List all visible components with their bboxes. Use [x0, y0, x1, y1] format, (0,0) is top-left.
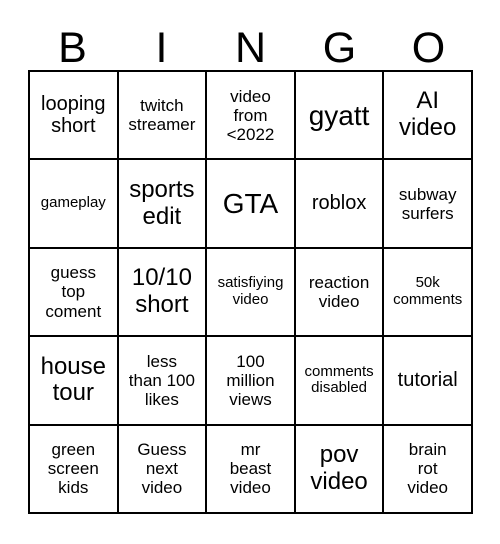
bingo-cell[interactable]: subway surfers — [384, 160, 473, 249]
bingo-cell[interactable]: brain rot video — [384, 425, 473, 514]
bingo-cell-label: Guess next video — [137, 440, 187, 498]
bingo-cell-label: pov video — [310, 440, 368, 495]
bingo-cell-label: less than 100 likes — [128, 351, 195, 409]
bingo-cell[interactable]: pov video — [295, 425, 385, 514]
bingo-cell-label: twitch streamer — [128, 96, 196, 135]
bingo-cell[interactable]: comments disabled — [295, 337, 385, 426]
bingo-cell[interactable]: green screen kids — [30, 425, 119, 514]
bingo-header-letter-i: I — [155, 24, 168, 72]
bingo-cell-label: mr beast video — [229, 440, 272, 498]
bingo-cell[interactable]: guess top coment — [30, 248, 119, 338]
bingo-cell-label: roblox — [311, 192, 367, 215]
bingo-cell[interactable]: AI video — [384, 72, 473, 161]
bingo-cell[interactable]: reaction video — [295, 248, 385, 338]
bingo-header: BINGO — [28, 16, 473, 70]
bingo-cell[interactable]: mr beast video — [207, 425, 296, 514]
bingo-cell[interactable]: 100 million views — [207, 337, 296, 426]
bingo-cell[interactable]: looping short — [30, 72, 119, 161]
bingo-cell[interactable]: roblox — [295, 160, 385, 249]
bingo-cell[interactable]: video from <2022 — [207, 72, 296, 161]
bingo-cell[interactable]: tutorial — [384, 337, 473, 426]
bingo-header-letter-n: N — [234, 24, 267, 72]
bingo-header-letter-g: G — [322, 24, 357, 72]
bingo-cell-label: house tour — [40, 352, 106, 407]
bingo-cell-label: AI video — [399, 87, 457, 142]
bingo-cell-label: sports edit — [129, 175, 195, 230]
bingo-cell-label: green screen kids — [47, 440, 99, 498]
bingo-cell-label: 100 million views — [226, 351, 275, 409]
bingo-cell-label: reaction video — [308, 272, 370, 311]
bingo-cell-label: subway surfers — [398, 184, 457, 223]
bingo-cell[interactable]: 10/10 short — [118, 248, 208, 338]
bingo-cell[interactable]: 50k comments — [384, 248, 473, 338]
bingo-cell-label: 50k comments — [393, 274, 463, 308]
bingo-grid: looping short twitch streamer video from <… — [28, 70, 473, 514]
bingo-card: B I N G O looping short twitch streamer video … — [0, 0, 500, 544]
bingo-cell-label: looping short — [41, 92, 106, 138]
bingo-header-letter-b: B — [58, 24, 87, 72]
bingo-cell-label: 10/10 short — [131, 264, 192, 318]
bingo-cell[interactable]: gyatt — [295, 72, 385, 161]
bingo-cell-label: video from <2022 — [226, 86, 275, 144]
bingo-cell-label: brain rot video — [407, 440, 448, 498]
bingo-cell-label: GTA — [222, 187, 279, 219]
bingo-cell-label: gyatt — [308, 99, 370, 131]
bingo-cell-label: comments disabled — [304, 362, 374, 397]
bingo-cell[interactable]: satisfiying video — [207, 248, 296, 338]
bingo-cell[interactable]: twitch streamer — [118, 72, 208, 161]
bingo-cell-label: satisfiying video — [217, 274, 284, 308]
bingo-cell-label: guess top coment — [45, 263, 102, 321]
bingo-cell-label: tutorial — [397, 369, 458, 392]
bingo-cell[interactable]: gameplay — [30, 160, 119, 249]
bingo-cell-label: gameplay — [40, 194, 106, 212]
bingo-cell[interactable]: Guess next video — [118, 425, 208, 514]
bingo-header-letter-o: O — [411, 24, 446, 72]
bingo-cell[interactable]: house tour — [30, 337, 119, 426]
bingo-cell[interactable]: sports edit — [118, 160, 208, 249]
bingo-cell[interactable]: GTA — [207, 160, 296, 249]
bingo-cell[interactable]: less than 100 likes — [118, 337, 208, 426]
